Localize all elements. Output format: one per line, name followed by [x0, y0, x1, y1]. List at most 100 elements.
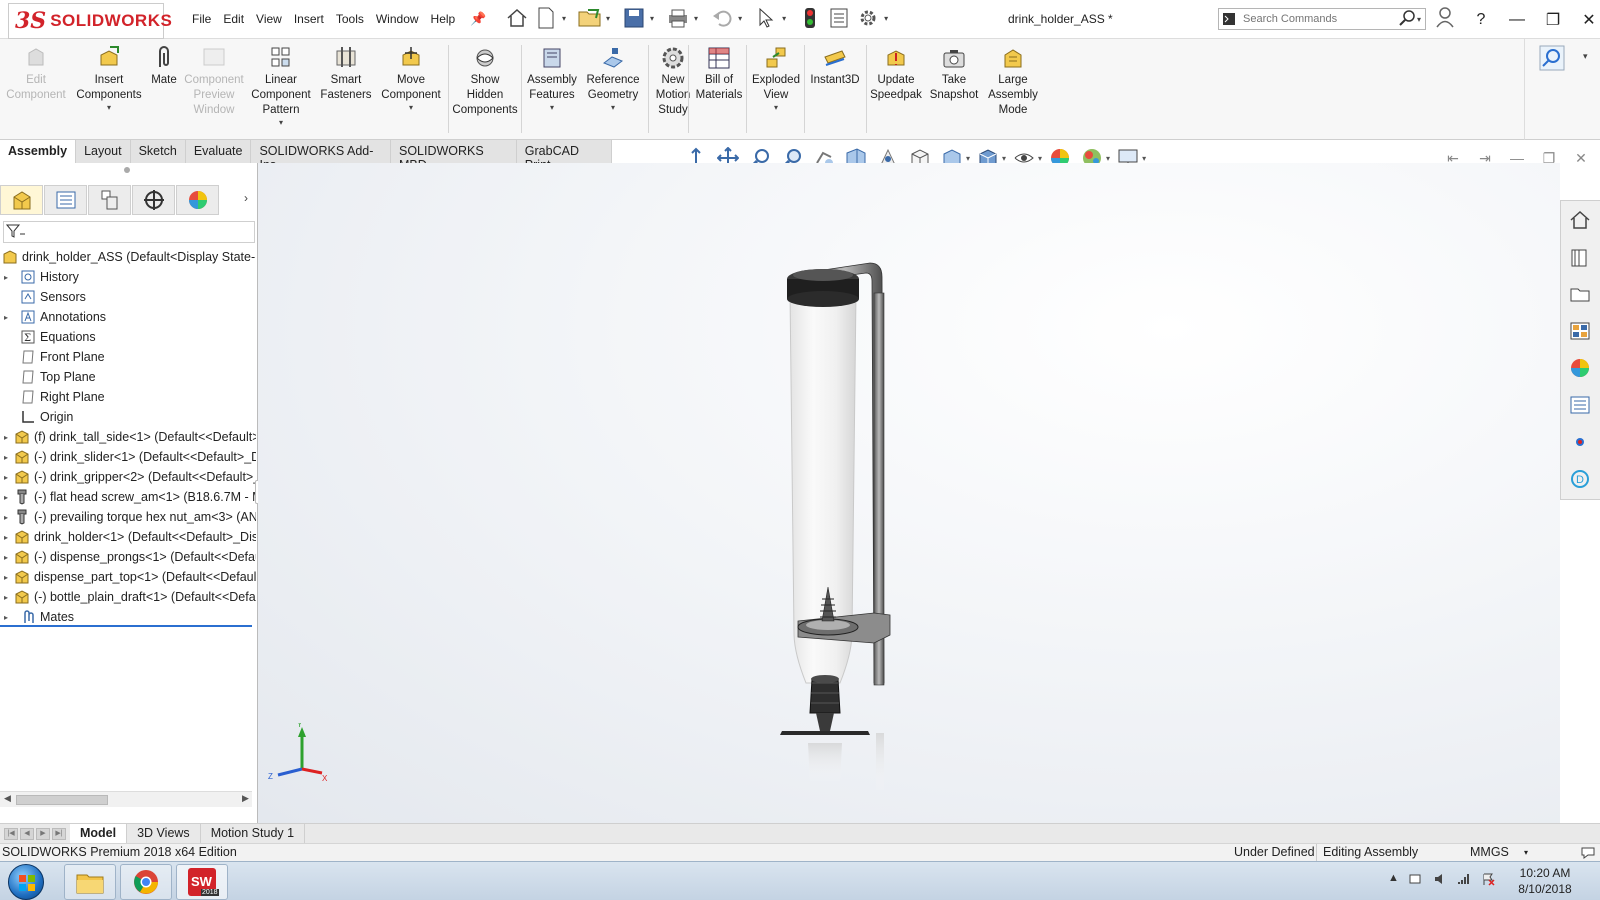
tree-item[interactable]: Right Plane — [0, 387, 256, 407]
more-tabs-chevron[interactable]: › — [244, 191, 248, 205]
view-settings-caret[interactable]: ▾ — [1142, 154, 1146, 163]
unit-system-caret[interactable]: ▾ — [1524, 844, 1528, 861]
select-dropdown-caret[interactable]: ▾ — [782, 14, 786, 23]
component-preview-window-button[interactable]: Component Preview Window — [182, 45, 246, 118]
edit-component-button[interactable]: Edit Component — [4, 45, 68, 103]
design-library-icon[interactable] — [1561, 238, 1599, 275]
flyout-caret[interactable]: ▾ — [1583, 51, 1588, 62]
tree-item[interactable]: ▸ dispense_part_top<1> (Default<<Default>… — [0, 567, 256, 587]
drink-holder-assembly-model[interactable] — [778, 253, 958, 813]
linear-pattern-dropdown-caret[interactable]: ▾ — [248, 118, 314, 128]
undo-dropdown-caret[interactable]: ▾ — [738, 14, 742, 23]
feature-tree-horizontal-scrollbar[interactable]: ◀ ▶ — [0, 791, 252, 807]
tree-item[interactable]: Σ Equations — [0, 327, 256, 347]
insert-components-button[interactable]: Insert Components ▾ — [72, 45, 146, 113]
action-center-flag-icon[interactable] — [1481, 872, 1495, 889]
expand-arrow-icon[interactable]: ▸ — [4, 513, 8, 522]
expand-arrow-icon[interactable]: ▸ — [4, 573, 8, 582]
tree-item[interactable]: ▸ (f) drink_tall_side<1> (Default<<Defaul… — [0, 427, 256, 447]
menu-window[interactable]: Window — [370, 10, 425, 28]
pin-menu-icon[interactable]: 📌 — [470, 11, 486, 27]
taskbar-solidworks[interactable]: SW 2018 — [176, 864, 228, 900]
options-dropdown-caret[interactable]: ▾ — [884, 14, 888, 23]
prev-tab-arrow[interactable]: ◀ — [20, 827, 34, 840]
flyout-search-icon[interactable] — [1539, 45, 1565, 74]
menu-file[interactable]: File — [186, 10, 217, 28]
smart-fasteners-button[interactable]: Smart Fasteners — [318, 45, 374, 103]
exploded-view-dropdown-caret[interactable]: ▾ — [748, 103, 804, 113]
expand-arrow-icon[interactable]: ▸ — [4, 553, 8, 562]
solidworks-logo[interactable]: 3S SOLIDWORKS — [8, 3, 172, 39]
tree-item[interactable]: Sensors — [0, 287, 256, 307]
display-style-caret[interactable]: ▾ — [966, 154, 970, 163]
custom-properties-icon[interactable] — [1561, 386, 1599, 423]
tree-item[interactable]: ▸ (-) bottle_plain_draft<1> (Default<<Def… — [0, 587, 256, 607]
dimxpert-manager-tab[interactable] — [132, 185, 175, 215]
start-button[interactable] — [8, 864, 44, 900]
tree-root-assembly[interactable]: drink_holder_ASS (Default<Display State-… — [0, 247, 256, 267]
tab-solidworks-add-ins[interactable]: SOLIDWORKS Add-Ins — [251, 140, 391, 172]
undo-icon[interactable] — [709, 5, 735, 31]
tree-item[interactable]: ▸ (-) dispense_prongs<1> (Default<<Defaul… — [0, 547, 256, 567]
tree-item[interactable]: ▸ Mates — [0, 607, 256, 627]
viewport-close-icon[interactable]: ✕ — [1572, 150, 1590, 166]
mate-button[interactable]: Mate — [146, 45, 182, 88]
solidworks-forum-icon[interactable] — [1561, 423, 1599, 460]
next-tab-arrow[interactable]: ▶ — [36, 827, 50, 840]
restore-button[interactable]: ❐ — [1542, 10, 1564, 30]
expand-arrow-icon[interactable]: ▸ — [4, 453, 8, 462]
expand-arrow-icon[interactable]: ▸ — [4, 493, 8, 502]
apply-scene-caret[interactable]: ▾ — [1106, 154, 1110, 163]
save-dropdown-caret[interactable]: ▾ — [650, 14, 654, 23]
expand-arrow-icon[interactable]: ▸ — [4, 593, 8, 602]
taskbar-chrome[interactable] — [120, 864, 172, 900]
system-clock[interactable]: 10:20 AM 8/10/2018 — [1500, 865, 1590, 897]
menu-help[interactable]: Help — [425, 10, 462, 28]
expand-arrow-icon[interactable]: ▸ — [4, 613, 14, 622]
home-icon[interactable] — [504, 5, 530, 31]
last-tab-arrow[interactable]: ▶| — [52, 827, 66, 840]
print-dropdown-caret[interactable]: ▾ — [694, 14, 698, 23]
scrollbar-thumb[interactable] — [16, 795, 108, 805]
solidworks-resources-home-icon[interactable] — [1561, 201, 1599, 238]
view-palette-icon[interactable] — [1561, 312, 1599, 349]
large-assembly-mode-button[interactable]: Large Assembly Mode — [982, 45, 1044, 118]
tab-layout[interactable]: Layout — [76, 140, 131, 163]
menu-view[interactable]: View — [250, 10, 288, 28]
tree-item[interactable]: Front Plane — [0, 347, 256, 367]
tab-3d-views[interactable]: 3D Views — [127, 824, 201, 843]
tab-motion-study-1[interactable]: Motion Study 1 — [201, 824, 306, 843]
taskbar-file-explorer[interactable] — [64, 864, 116, 900]
command-prompt-icon[interactable] — [1219, 9, 1239, 29]
scroll-left-arrow[interactable]: ◀ — [4, 793, 11, 804]
graphics-area[interactable]: Y Z X — [258, 163, 1560, 823]
open-dropdown-caret[interactable]: ▾ — [606, 14, 610, 23]
menu-edit[interactable]: Edit — [217, 10, 250, 28]
reference-geometry-button[interactable]: Reference Geometry ▾ — [582, 45, 644, 113]
tab-solidworks-mbd[interactable]: SOLIDWORKS MBD — [390, 140, 517, 172]
reference-geometry-dropdown-caret[interactable]: ▾ — [582, 103, 644, 113]
tab-model[interactable]: Model — [70, 824, 128, 843]
tree-item[interactable]: Top Plane — [0, 367, 256, 387]
file-explorer-folder-icon[interactable] — [1561, 275, 1599, 312]
minimize-button[interactable]: — — [1506, 11, 1528, 29]
panel-grip[interactable] — [124, 167, 130, 173]
show-hidden-icons-arrow[interactable]: ▲ — [1388, 872, 1399, 889]
rebuild-traffic-light-icon[interactable] — [797, 5, 823, 31]
new-dropdown-caret[interactable]: ▾ — [562, 14, 566, 23]
tree-item[interactable]: ▸ History — [0, 267, 256, 287]
feature-manager-tree-tab[interactable] — [0, 185, 43, 215]
instant3d-button[interactable]: Instant3D — [806, 45, 864, 88]
print-icon[interactable] — [665, 5, 691, 31]
tree-item[interactable]: ▸ Annotations — [0, 307, 256, 327]
tree-item[interactable]: ▸ (-) drink_gripper<2> (Default<<Default>… — [0, 467, 256, 487]
display-manager-tab[interactable] — [176, 185, 219, 215]
unit-system-selector[interactable]: MMGS — [1464, 844, 1515, 861]
tree-item[interactable]: ▸ drink_holder<1> (Default<<Default>_Disp… — [0, 527, 256, 547]
filter-funnel-icon[interactable] — [5, 223, 26, 242]
new-motion-study-button[interactable]: New Motion Study — [650, 45, 696, 118]
move-component-dropdown-caret[interactable]: ▾ — [378, 103, 444, 113]
new-document-icon[interactable] — [533, 5, 559, 31]
expand-arrow-icon[interactable]: ▸ — [4, 273, 14, 282]
search-commands-input[interactable] — [1239, 13, 1399, 25]
